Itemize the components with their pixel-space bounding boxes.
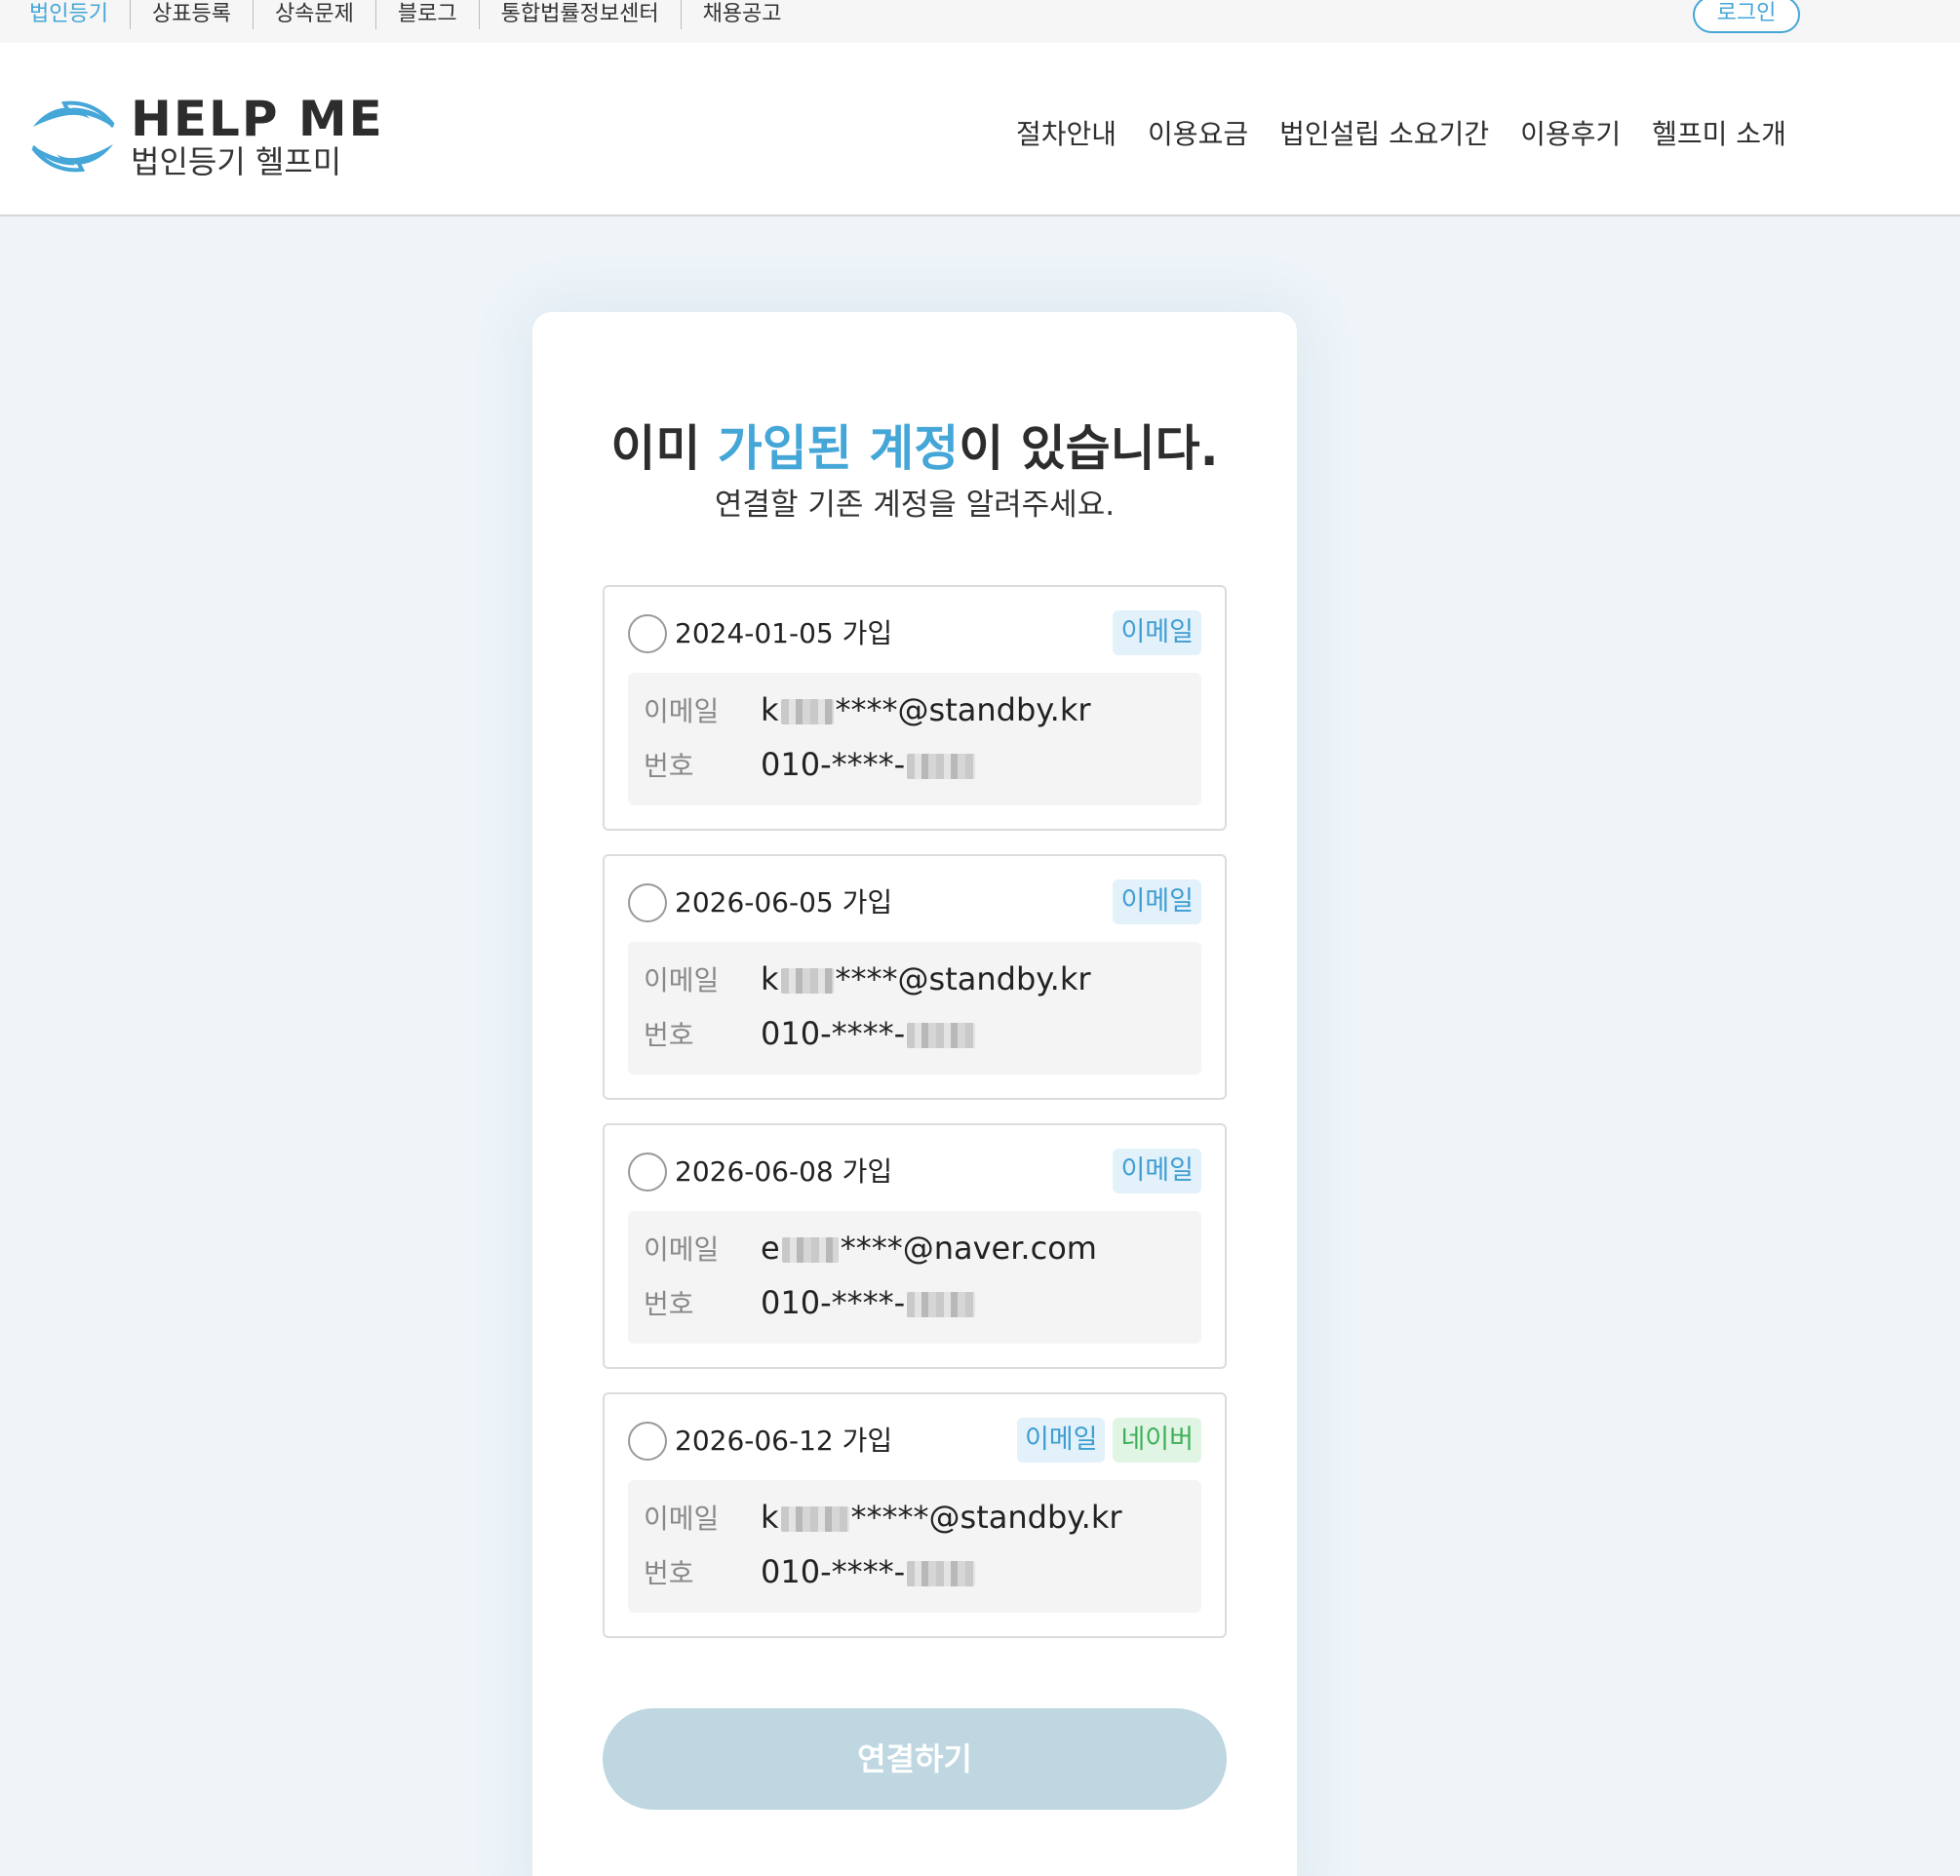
account-option[interactable]: 2024-01-05 가입 이메일 이메일 k ****@standby.kr 번호… — [603, 585, 1227, 831]
masked-email: k ****@standby.kr — [761, 691, 1091, 728]
naver-badge: 네이버 — [1113, 1418, 1201, 1463]
phone-label: 번호 — [644, 750, 694, 782]
masked-email: e ****@naver.com — [761, 1230, 1097, 1267]
redacted-mosaic — [780, 699, 834, 724]
nav-about[interactable]: 헬프미 소개 — [1652, 113, 1786, 152]
toplink-careers[interactable]: 채용공고 — [682, 0, 804, 29]
redacted-mosaic — [907, 1292, 976, 1317]
login-button[interactable]: 로그인 — [1693, 0, 1800, 33]
helpme-wave-logo-icon — [31, 100, 115, 173]
login-type-badges: 이메일 — [1105, 879, 1201, 924]
brand-name-ko: 법인등기 헬프미 — [131, 143, 342, 180]
toplink-corporate-registration[interactable]: 법인등기 — [0, 0, 131, 29]
nav-reviews[interactable]: 이용후기 — [1520, 113, 1621, 152]
main-navigation: 절차안내 이용요금 법인설립 소요기간 이용후기 헬프미 소개 — [1016, 113, 1818, 152]
masked-phone: 010-****- — [761, 1284, 977, 1321]
top-utility-bar: 법인등기 상표등록 상속문제 블로그 통합법률정보센터 채용공고 로그인 — [0, 0, 1960, 43]
masked-email: k ****@standby.kr — [761, 960, 1091, 997]
account-info: 이메일 k ****@standby.kr 번호 010-****- — [628, 673, 1201, 805]
account-radio[interactable] — [628, 1422, 667, 1461]
account-radio[interactable] — [628, 1153, 667, 1192]
signup-date: 2026-06-05 가입 — [675, 886, 893, 918]
phone-label: 번호 — [644, 1019, 694, 1051]
email-badge: 이메일 — [1016, 1418, 1106, 1463]
account-option[interactable]: 2026-06-05 가입 이메일 이메일 k ****@standby.kr 번호… — [603, 854, 1227, 1100]
page-subtitle: 연결할 기존 계정을 알려주세요. — [714, 488, 1116, 523]
account-info: 이메일 k *****@standby.kr 번호 010-****- — [628, 1480, 1201, 1613]
masked-phone: 010-****- — [761, 1553, 977, 1590]
connect-button[interactable]: 연결하기 — [603, 1708, 1227, 1810]
account-info: 이메일 k ****@standby.kr 번호 010-****- — [628, 942, 1201, 1075]
login-type-badges: 이메일 — [1105, 1149, 1201, 1193]
account-option[interactable]: 2026-06-08 가입 이메일 이메일 e ****@naver.com 번호 0… — [603, 1123, 1227, 1369]
email-label: 이메일 — [644, 964, 720, 997]
nav-procedure[interactable]: 절차안내 — [1016, 113, 1117, 152]
phone-label: 번호 — [644, 1288, 694, 1320]
masked-phone: 010-****- — [761, 1015, 977, 1052]
redacted-mosaic — [907, 1023, 976, 1048]
redacted-mosaic — [780, 1506, 849, 1532]
redacted-mosaic — [907, 1561, 976, 1586]
nav-pricing[interactable]: 이용요금 — [1148, 113, 1248, 152]
family-site-links: 법인등기 상표등록 상속문제 블로그 통합법률정보센터 채용공고 — [0, 0, 804, 29]
toplink-trademark[interactable]: 상표등록 — [131, 0, 254, 29]
account-info: 이메일 e ****@naver.com 번호 010-****- — [628, 1211, 1201, 1344]
login-type-badges: 이메일 네이버 — [1009, 1418, 1201, 1463]
signup-date: 2026-06-12 가입 — [675, 1425, 893, 1457]
email-label: 이메일 — [644, 1503, 720, 1535]
redacted-mosaic — [781, 1237, 839, 1263]
toplink-blog[interactable]: 블로그 — [376, 0, 480, 29]
email-label: 이메일 — [644, 695, 720, 727]
signup-date: 2024-01-05 가입 — [675, 617, 893, 649]
page-title: 이미 가입된 계정이 있습니다. — [610, 420, 1219, 477]
site-header: HELP ME 법인등기 헬프미 절차안내 이용요금 법인설립 소요기간 이용후… — [0, 43, 1960, 216]
masked-email: k *****@standby.kr — [761, 1499, 1122, 1536]
redacted-mosaic — [780, 968, 834, 994]
toplink-legal-info-center[interactable]: 통합법률정보센터 — [480, 0, 682, 29]
login-type-badges: 이메일 — [1105, 610, 1201, 655]
masked-phone: 010-****- — [761, 746, 977, 783]
email-badge: 이메일 — [1113, 1149, 1201, 1193]
account-option[interactable]: 2026-06-12 가입 이메일 네이버 이메일 k *****@standby.… — [603, 1392, 1227, 1638]
account-radio[interactable] — [628, 883, 667, 922]
email-label: 이메일 — [644, 1233, 720, 1266]
phone-label: 번호 — [644, 1557, 694, 1589]
toplink-inheritance[interactable]: 상속문제 — [254, 0, 376, 29]
brand-name-en: HELP ME — [131, 91, 384, 147]
email-badge: 이메일 — [1113, 610, 1201, 655]
account-link-card: 이미 가입된 계정이 있습니다. 연결할 기존 계정을 알려주세요. 2024-… — [532, 312, 1297, 1876]
helpme-logo[interactable]: HELP ME 법인등기 헬프미 — [29, 94, 384, 179]
signup-date: 2026-06-08 가입 — [675, 1155, 893, 1188]
account-radio[interactable] — [628, 614, 667, 653]
email-badge: 이메일 — [1113, 879, 1201, 924]
nav-setup-duration[interactable]: 법인설립 소요기간 — [1279, 113, 1489, 152]
redacted-mosaic — [907, 754, 976, 779]
